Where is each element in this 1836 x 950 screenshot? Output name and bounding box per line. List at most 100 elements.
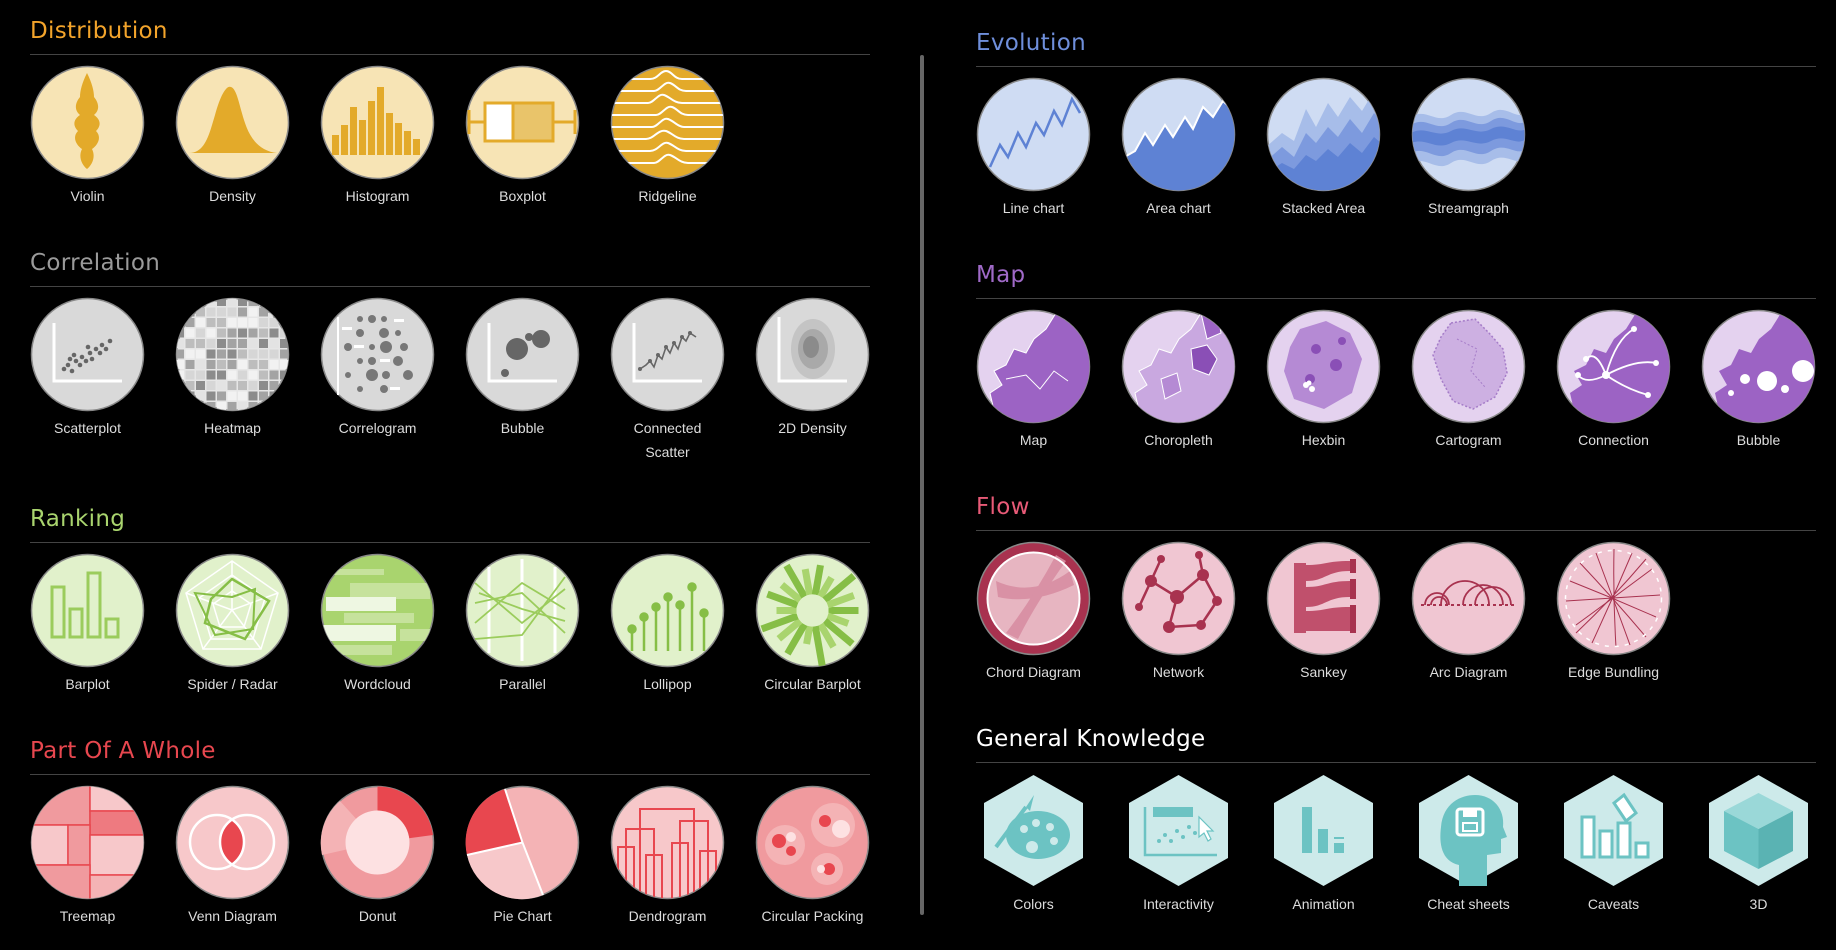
item-label: Line chart: [1002, 200, 1065, 216]
item-label: Bubble: [1736, 432, 1781, 448]
section-general-knowledge: General Knowledge Colors Interactivity A…: [976, 720, 1816, 916]
knowledge-item-cheat-sheets[interactable]: Cheat sheets: [1411, 773, 1526, 916]
chart-item-map[interactable]: Map: [976, 309, 1091, 452]
chart-item-donut[interactable]: Donut: [320, 785, 435, 928]
chart-item-2d-density[interactable]: 2D Density: [755, 297, 870, 464]
chart-item-bubble[interactable]: Bubble: [465, 297, 580, 464]
chart-item-ridgeline[interactable]: Ridgeline: [610, 65, 725, 208]
chart-item-correlogram[interactable]: Correlogram: [320, 297, 435, 464]
animation-icon: [1274, 775, 1373, 886]
section-distribution: Distribution Violin Density Histogram Bo…: [30, 12, 870, 208]
chart-item-treemap[interactable]: Treemap: [30, 785, 145, 928]
caveats-icon: [1564, 775, 1663, 886]
knowledge-item-colors[interactable]: Colors: [976, 773, 1091, 916]
chart-item-parallel[interactable]: Parallel: [465, 553, 580, 696]
heatmap-icon: [175, 297, 290, 412]
chart-item-bubble-map[interactable]: Bubble: [1701, 309, 1816, 452]
chart-item-connection[interactable]: Connection: [1556, 309, 1671, 452]
connection-map-icon: [1556, 309, 1671, 424]
item-label: Connection: [1578, 432, 1649, 448]
section-title-correlation: Correlation: [30, 250, 161, 276]
treemap-icon: [30, 785, 145, 900]
network-icon: [1121, 541, 1236, 656]
section-title-part-of-whole: Part Of A Whole: [30, 738, 216, 764]
chart-item-hexbin[interactable]: Hexbin: [1266, 309, 1381, 452]
chart-item-cartogram[interactable]: Cartogram: [1411, 309, 1526, 452]
edge-bundling-icon: [1556, 541, 1671, 656]
chart-item-violin[interactable]: Violin: [30, 65, 145, 208]
cube-3d-icon: [1709, 775, 1808, 886]
knowledge-item-animation[interactable]: Animation: [1266, 773, 1381, 916]
item-label: Circular Packing: [761, 908, 864, 924]
chart-item-area-chart[interactable]: Area chart: [1121, 77, 1236, 220]
chart-item-dendrogram[interactable]: Dendrogram: [610, 785, 725, 928]
section-divider: [30, 542, 870, 543]
chart-item-barplot[interactable]: Barplot: [30, 553, 145, 696]
section-title-map: Map: [976, 262, 1026, 288]
arc-diagram-icon: [1411, 541, 1526, 656]
chart-item-lollipop[interactable]: Lollipop: [610, 553, 725, 696]
lollipop-icon: [610, 553, 725, 668]
2d-density-icon: [755, 297, 870, 412]
section-divider: [976, 530, 1816, 531]
item-label: Hexbin: [1301, 432, 1346, 448]
item-label: Scatterplot: [54, 420, 121, 436]
knowledge-item-interactivity[interactable]: Interactivity: [1121, 773, 1236, 916]
chart-item-chord[interactable]: Chord Diagram: [976, 541, 1091, 684]
section-part-of-whole: Part Of A Whole Treemap Venn Diagram Don…: [30, 732, 870, 928]
choropleth-icon: [1121, 309, 1236, 424]
knowledge-item-caveats[interactable]: Caveats: [1556, 773, 1671, 916]
chart-item-stacked-area[interactable]: Stacked Area: [1266, 77, 1381, 220]
section-correlation: Correlation Scatterplot Heatmap Correlog…: [30, 244, 870, 464]
barplot-icon: [30, 553, 145, 668]
chart-item-circular-packing[interactable]: Circular Packing: [755, 785, 870, 928]
section-title-general: General Knowledge: [976, 726, 1206, 752]
item-label: Animation: [1292, 896, 1355, 912]
palette-icon: [984, 775, 1083, 886]
chart-item-density[interactable]: Density: [175, 65, 290, 208]
section-divider: [976, 762, 1816, 763]
violin-icon: [30, 65, 145, 180]
section-evolution: Evolution Line chart Area chart Stacked …: [976, 24, 1816, 220]
chart-item-edge-bundling[interactable]: Edge Bundling: [1556, 541, 1671, 684]
chart-item-connected-scatter[interactable]: Connected Scatter: [610, 297, 725, 464]
item-label: Lollipop: [643, 676, 692, 692]
item-label: Arc Diagram: [1429, 664, 1508, 680]
hexbin-map-icon: [1266, 309, 1381, 424]
chart-item-histogram[interactable]: Histogram: [320, 65, 435, 208]
section-title-ranking: Ranking: [30, 506, 126, 532]
bubble-map-icon: [1701, 309, 1816, 424]
boxplot-icon: [465, 65, 580, 180]
circular-packing-icon: [755, 785, 870, 900]
chart-item-sankey[interactable]: Sankey: [1266, 541, 1381, 684]
dendrogram-icon: [610, 785, 725, 900]
chart-item-line-chart[interactable]: Line chart: [976, 77, 1091, 220]
chart-item-wordcloud[interactable]: Wordcloud: [320, 553, 435, 696]
streamgraph-icon: [1411, 77, 1526, 192]
chart-item-streamgraph[interactable]: Streamgraph: [1411, 77, 1526, 220]
knowledge-item-3d[interactable]: 3D: [1701, 773, 1816, 916]
line-chart-icon: [976, 77, 1091, 192]
item-label: Map: [1019, 432, 1048, 448]
column-divider: [920, 55, 924, 915]
chart-item-spider-radar[interactable]: Spider / Radar: [175, 553, 290, 696]
item-label: Interactivity: [1143, 896, 1214, 912]
item-label: Dendrogram: [628, 908, 707, 924]
chart-item-circular-barplot[interactable]: Circular Barplot: [755, 553, 870, 696]
chart-item-choropleth[interactable]: Choropleth: [1121, 309, 1236, 452]
chart-item-venn[interactable]: Venn Diagram: [175, 785, 290, 928]
chart-item-scatterplot[interactable]: Scatterplot: [30, 297, 145, 464]
connected-scatter-icon: [610, 297, 725, 412]
section-divider: [30, 286, 870, 287]
chart-item-network[interactable]: Network: [1121, 541, 1236, 684]
section-title-distribution: Distribution: [30, 18, 168, 44]
section-title-evolution: Evolution: [976, 30, 1086, 56]
chart-item-arc[interactable]: Arc Diagram: [1411, 541, 1526, 684]
item-label: Barplot: [65, 676, 110, 692]
chart-item-pie[interactable]: Pie Chart: [465, 785, 580, 928]
chart-item-boxplot[interactable]: Boxplot: [465, 65, 580, 208]
item-label: Violin: [70, 188, 105, 204]
section-divider: [30, 774, 870, 775]
chart-item-heatmap[interactable]: Heatmap: [175, 297, 290, 464]
item-label: Ridgeline: [638, 188, 697, 204]
